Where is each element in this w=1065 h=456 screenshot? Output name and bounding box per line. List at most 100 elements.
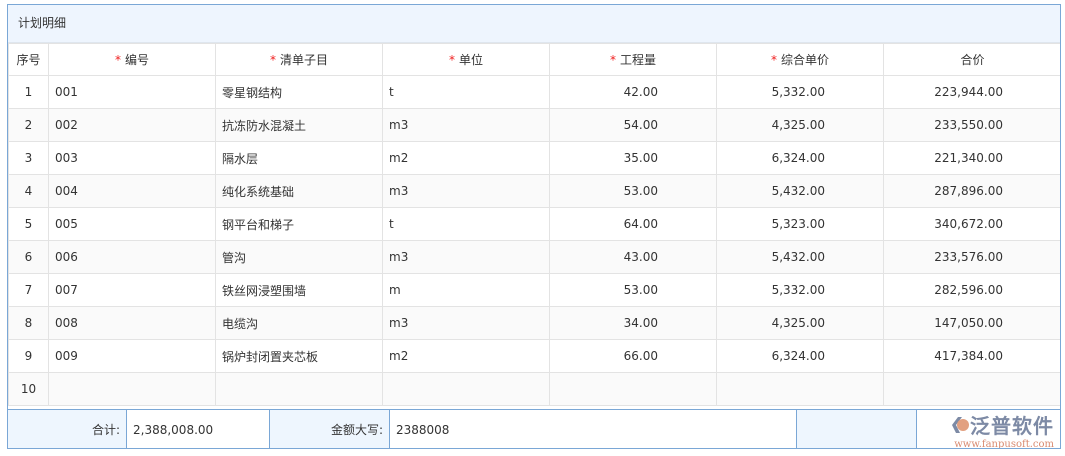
table-cell[interactable]: 282,596.00 (883, 273, 1060, 307)
table-cell[interactable]: 233,550.00 (883, 108, 1060, 142)
panel-title: 计划明细 (8, 5, 1060, 43)
table-cell[interactable]: 5,432.00 (716, 240, 884, 274)
table-row[interactable]: 4 004 纯化系统基础 m3 53.00 5,432.00 287,896.00 (8, 174, 1060, 208)
table-cell[interactable]: m2 (382, 339, 550, 373)
table-cell[interactable]: m (382, 273, 550, 307)
table-cell[interactable]: 53.00 (549, 273, 717, 307)
table-cell[interactable]: 54.00 (549, 108, 717, 142)
column-header-label: 单位 (458, 53, 483, 67)
table-cell[interactable]: 221,340.00 (883, 141, 1060, 175)
table-cell[interactable]: 6,324.00 (716, 339, 884, 373)
table-row[interactable]: 8 008 电缆沟 m3 34.00 4,325.00 147,050.00 (8, 306, 1060, 340)
table-cell[interactable]: 10 (8, 372, 49, 406)
table-cell[interactable]: 5,332.00 (716, 273, 884, 307)
table-cell[interactable] (382, 372, 550, 406)
table-cell[interactable]: m2 (382, 141, 550, 175)
table-cell[interactable]: 5,332.00 (716, 75, 884, 109)
column-header-label: 序号 (16, 53, 41, 67)
table-cell[interactable]: 223,944.00 (883, 75, 1060, 109)
table-cell[interactable]: 35.00 (549, 141, 717, 175)
table-cell[interactable]: 4,325.00 (716, 306, 884, 340)
table-row[interactable]: 2 002 抗冻防水混凝土 m3 54.00 4,325.00 233,550.00 (8, 108, 1060, 142)
uppercase-amount-value: 2388008 (390, 410, 797, 448)
table-cell[interactable]: 147,050.00 (883, 306, 1060, 340)
table-cell[interactable]: 5,432.00 (716, 174, 884, 208)
table-cell[interactable]: 001 (48, 75, 216, 109)
table-cell[interactable]: 钢平台和梯子 (215, 207, 383, 241)
table-cell[interactable]: 42.00 (549, 75, 717, 109)
table-cell[interactable]: 5,323.00 (716, 207, 884, 241)
column-header: * 编号 (48, 43, 216, 76)
total-value: 2,388,008.00 (127, 410, 270, 448)
table-cell[interactable]: 003 (48, 141, 216, 175)
table-row[interactable]: 6 006 管沟 m3 43.00 5,432.00 233,576.00 (8, 240, 1060, 274)
table-cell[interactable]: 64.00 (549, 207, 717, 241)
table-cell[interactable]: 8 (8, 306, 49, 340)
column-header-label: 清单子目 (279, 53, 328, 67)
table-cell[interactable]: 4 (8, 174, 49, 208)
table-row[interactable]: 3 003 隔水层 m2 35.00 6,324.00 221,340.00 (8, 141, 1060, 175)
uppercase-amount-label: 金额大写: (270, 410, 390, 448)
plan-detail-table: 序号 * 编号 * 清单子目 * 单位 * 工程量 * 综合单价 合价 1 001 零星钢结构 t 42.00… (8, 43, 1060, 406)
table-cell[interactable]: 009 (48, 339, 216, 373)
table-cell[interactable]: 1 (8, 75, 49, 109)
table-cell[interactable]: 3 (8, 141, 49, 175)
table-cell[interactable]: 006 (48, 240, 216, 274)
table-cell[interactable]: 340,672.00 (883, 207, 1060, 241)
column-header-label: 综合单价 (780, 53, 829, 67)
table-row[interactable]: 10 (8, 372, 1060, 406)
table-cell[interactable] (549, 372, 717, 406)
table-cell[interactable]: t (382, 207, 550, 241)
table-cell[interactable]: 管沟 (215, 240, 383, 274)
total-label: 合计: (8, 410, 127, 448)
table-cell[interactable]: 4,325.00 (716, 108, 884, 142)
table-cell[interactable]: 电缆沟 (215, 306, 383, 340)
table-cell[interactable]: 2 (8, 108, 49, 142)
table-cell[interactable]: 233,576.00 (883, 240, 1060, 274)
table-cell[interactable]: 9 (8, 339, 49, 373)
table-cell[interactable] (883, 372, 1060, 406)
table-cell[interactable]: 铁丝网浸塑围墙 (215, 273, 383, 307)
table-cell[interactable]: 6 (8, 240, 49, 274)
table-row[interactable]: 5 005 钢平台和梯子 t 64.00 5,323.00 340,672.00 (8, 207, 1060, 241)
table-cell[interactable]: 抗冻防水混凝土 (215, 108, 383, 142)
table-cell[interactable]: 002 (48, 108, 216, 142)
table-cell[interactable] (716, 372, 884, 406)
column-header: 合价 (883, 43, 1060, 76)
table-cell[interactable]: 隔水层 (215, 141, 383, 175)
table-cell[interactable]: 007 (48, 273, 216, 307)
footer-blank-cell (797, 410, 917, 448)
table-cell[interactable]: 零星钢结构 (215, 75, 383, 109)
table-cell[interactable]: 纯化系统基础 (215, 174, 383, 208)
plan-detail-panel: 计划明细 序号 * 编号 * 清单子目 * 单位 * 工程量 * 综合单价 合价 1 001 零星钢结构 t… (7, 4, 1061, 449)
table-cell[interactable]: 005 (48, 207, 216, 241)
table-row[interactable]: 7 007 铁丝网浸塑围墙 m 53.00 5,332.00 282,596.00 (8, 273, 1060, 307)
table-cell[interactable]: 004 (48, 174, 216, 208)
table-row[interactable]: 1 001 零星钢结构 t 42.00 5,332.00 223,944.00 (8, 75, 1060, 109)
table-cell[interactable] (215, 372, 383, 406)
table-cell[interactable]: 7 (8, 273, 49, 307)
column-header: 序号 (8, 43, 49, 76)
table-cell[interactable]: m3 (382, 240, 550, 274)
logo-url: www.fanpusoft.com (954, 439, 1054, 449)
table-cell[interactable]: 6,324.00 (716, 141, 884, 175)
table-cell[interactable]: 008 (48, 306, 216, 340)
table-cell[interactable]: 287,896.00 (883, 174, 1060, 208)
table-cell[interactable]: m3 (382, 306, 550, 340)
table-cell[interactable] (48, 372, 216, 406)
required-star-icon: * (114, 53, 121, 67)
summary-footer: 合计: 2,388,008.00 金额大写: 2388008 泛普软件 www.… (8, 409, 1060, 449)
table-cell[interactable]: 53.00 (549, 174, 717, 208)
table-cell[interactable]: 锅炉封闭置夹芯板 (215, 339, 383, 373)
column-header-label: 编号 (124, 53, 149, 67)
table-cell[interactable]: t (382, 75, 550, 109)
table-cell[interactable]: 417,384.00 (883, 339, 1060, 373)
table-cell[interactable]: 43.00 (549, 240, 717, 274)
table-cell[interactable]: 5 (8, 207, 49, 241)
table-row[interactable]: 9 009 锅炉封闭置夹芯板 m2 66.00 6,324.00 417,384.00 (8, 339, 1060, 373)
table-cell[interactable]: 34.00 (549, 306, 717, 340)
table-cell[interactable]: m3 (382, 174, 550, 208)
column-header: * 综合单价 (716, 43, 884, 76)
table-cell[interactable]: 66.00 (549, 339, 717, 373)
table-cell[interactable]: m3 (382, 108, 550, 142)
